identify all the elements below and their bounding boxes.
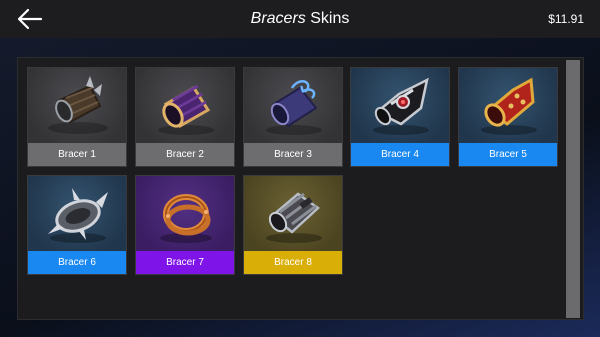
spiked-leather-bracer-icon: [28, 68, 126, 143]
red-gold-spiked-bracer-icon: [459, 68, 557, 143]
page-title: Bracers Skins: [0, 0, 600, 38]
black-silver-gauntlet-icon: [351, 68, 449, 143]
scrollbar-thumb[interactable]: [566, 60, 580, 318]
top-bar: Bracers Skins $11.91: [0, 0, 600, 38]
skin-label: Bracer 1: [28, 143, 126, 166]
skin-card-bracer-2[interactable]: Bracer 2: [135, 67, 235, 167]
skin-card-bracer-8[interactable]: Bracer 8: [243, 175, 343, 275]
page-title-suffix: Skins: [305, 10, 350, 27]
purple-gold-cuff-icon: [136, 68, 234, 143]
skin-card-bracer-6[interactable]: Bracer 6: [27, 175, 127, 275]
skin-card-bracer-5[interactable]: Bracer 5: [458, 67, 558, 167]
skin-label: Bracer 8: [244, 251, 342, 274]
skin-label: Bracer 2: [136, 143, 234, 166]
skin-label: Bracer 7: [136, 251, 234, 274]
skin-label: Bracer 5: [459, 143, 557, 166]
skin-card-bracer-1[interactable]: Bracer 1: [27, 67, 127, 167]
copper-ring-bracer-icon: [136, 176, 234, 251]
swirl-blue-bracer-icon: [244, 68, 342, 143]
currency-balance: $11.91: [548, 12, 584, 26]
page-title-category: Bracers: [250, 10, 306, 27]
skin-label: Bracer 4: [351, 143, 449, 166]
skin-label: Bracer 6: [28, 251, 126, 274]
skin-card-bracer-3[interactable]: Bracer 3: [243, 67, 343, 167]
scrollbar-track[interactable]: [565, 60, 581, 318]
skin-card-bracer-4[interactable]: Bracer 4: [350, 67, 450, 167]
skin-card-bracer-7[interactable]: Bracer 7: [135, 175, 235, 275]
steel-strapped-bracer-icon: [244, 176, 342, 251]
skin-label: Bracer 3: [244, 143, 342, 166]
silver-spiked-ring-bracer-icon: [28, 176, 126, 251]
